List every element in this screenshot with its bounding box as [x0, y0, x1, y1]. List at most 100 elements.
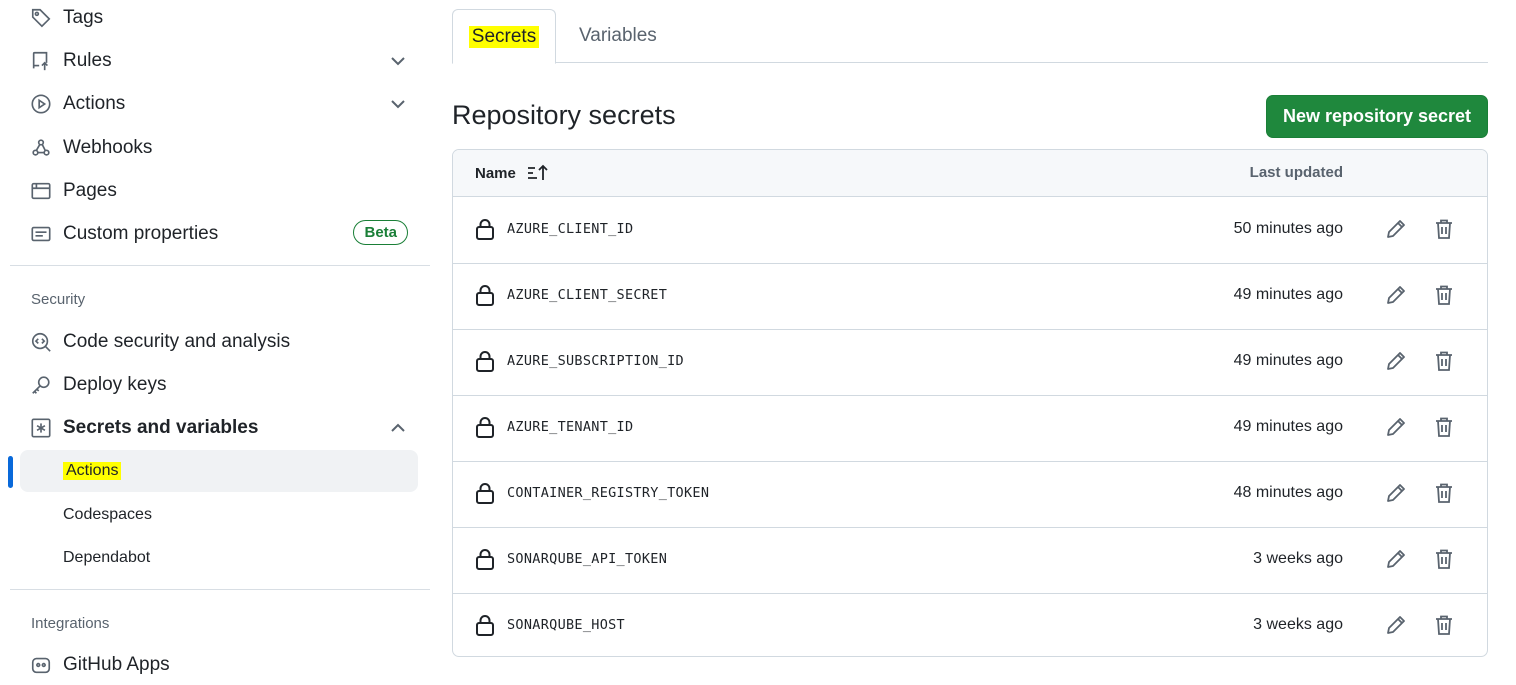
sidebar-subitem-codespaces[interactable]: Codespaces [20, 494, 418, 536]
trash-icon[interactable] [1434, 548, 1454, 570]
secret-name: SONARQUBE_API_TOKEN [507, 551, 668, 567]
codescan-icon [30, 331, 52, 353]
sidebar-item-code-security[interactable]: Code security and analysis [20, 322, 420, 362]
sidebar-divider [10, 589, 430, 590]
page-title: Repository secrets [452, 100, 676, 130]
secret-last-updated: 3 weeks ago [1253, 616, 1343, 633]
secret-name: CONTAINER_REGISTRY_TOKEN [507, 485, 710, 501]
note-icon [30, 223, 52, 245]
table-row: AZURE_CLIENT_ID 50 minutes ago [453, 197, 1487, 264]
lock-icon [476, 351, 494, 372]
sidebar-item-label: Pages [63, 180, 117, 201]
pencil-icon[interactable] [1385, 416, 1407, 438]
sidebar-item-label: Actions [63, 462, 122, 480]
table-row: SONARQUBE_API_TOKEN 3 weeks ago [453, 527, 1487, 594]
pencil-icon[interactable] [1385, 284, 1407, 306]
sidebar-item-label: Webhooks [63, 137, 153, 158]
sidebar-item-deploy-keys[interactable]: Deploy keys [20, 365, 420, 405]
pencil-icon[interactable] [1385, 350, 1407, 372]
sidebar-subitem-actions[interactable]: Actions [20, 450, 418, 492]
sidebar-subitem-dependabot[interactable]: Dependabot [20, 537, 418, 579]
sidebar-item-label: Dependabot [63, 549, 151, 566]
secrets-table: Name Last updated AZURE_CLIENT_ID 50 minu… [452, 149, 1488, 657]
trash-icon[interactable] [1434, 416, 1454, 438]
secret-name: AZURE_SUBSCRIPTION_ID [507, 353, 684, 369]
asterisk-icon [30, 417, 52, 439]
sidebar-item-label: Custom properties [63, 223, 219, 244]
sidebar-item-label: Actions [63, 93, 126, 114]
sidebar-item-label: Deploy keys [63, 374, 167, 395]
sidebar-item-label: GitHub Apps [63, 654, 170, 675]
secret-last-updated: 49 minutes ago [1233, 418, 1343, 435]
chevron-up-icon[interactable] [388, 418, 408, 438]
tab-variables[interactable]: Variables [579, 9, 657, 62]
new-repository-secret-button[interactable]: New repository secret [1266, 95, 1488, 138]
secret-last-updated: 50 minutes ago [1233, 220, 1343, 237]
lock-icon [476, 219, 494, 240]
column-header-name[interactable]: Name [475, 164, 550, 182]
sidebar-item-github-apps[interactable]: GitHub Apps [20, 645, 420, 685]
chevron-down-icon[interactable] [388, 51, 408, 71]
tab-label: Secrets [468, 25, 540, 48]
sidebar-item-label: Code security and analysis [63, 331, 291, 352]
secret-name: AZURE_CLIENT_SECRET [507, 287, 668, 303]
table-row: AZURE_SUBSCRIPTION_ID 49 minutes ago [453, 329, 1487, 396]
settings-sidebar: Tags Rules Actions Webhooks Pages Custom… [0, 0, 440, 675]
section-heading-integrations: Integrations [31, 615, 110, 632]
pencil-icon[interactable] [1385, 218, 1407, 240]
sidebar-item-label: Rules [63, 50, 112, 71]
pencil-icon[interactable] [1385, 614, 1407, 636]
pencil-icon[interactable] [1385, 548, 1407, 570]
secret-name: AZURE_CLIENT_ID [507, 221, 634, 237]
sidebar-item-secrets-and-variables[interactable]: Secrets and variables [20, 408, 420, 448]
apps-icon [30, 654, 52, 676]
sort-ascending-icon[interactable] [526, 164, 550, 182]
table-row: AZURE_TENANT_ID 49 minutes ago [453, 395, 1487, 462]
sidebar-item-tags[interactable]: Tags [20, 0, 420, 38]
pencil-icon[interactable] [1385, 482, 1407, 504]
chevron-down-icon[interactable] [388, 94, 408, 114]
trash-icon[interactable] [1434, 218, 1454, 240]
secret-last-updated: 49 minutes ago [1233, 352, 1343, 369]
secret-last-updated: 49 minutes ago [1233, 286, 1343, 303]
tab-label: Variables [579, 24, 657, 46]
lock-icon [476, 285, 494, 306]
secret-last-updated: 3 weeks ago [1253, 550, 1343, 567]
sidebar-item-pages[interactable]: Pages [20, 171, 420, 211]
trash-icon[interactable] [1434, 614, 1454, 636]
webhook-icon [30, 137, 52, 159]
key-icon [30, 374, 52, 396]
secret-name: AZURE_TENANT_ID [507, 419, 634, 435]
section-heading-security: Security [31, 291, 86, 308]
table-row: SONARQUBE_HOST 3 weeks ago [453, 593, 1487, 656]
active-indicator [8, 456, 13, 488]
browser-icon [30, 180, 52, 202]
beta-badge: Beta [353, 220, 408, 245]
tab-secrets[interactable]: Secrets [452, 9, 556, 64]
repo-push-icon [30, 50, 52, 72]
sidebar-item-webhooks[interactable]: Webhooks [20, 128, 420, 168]
play-icon [30, 93, 52, 115]
tag-icon [30, 7, 52, 29]
sidebar-item-label: Codespaces [63, 506, 152, 523]
table-row: AZURE_CLIENT_SECRET 49 minutes ago [453, 263, 1487, 330]
table-header: Name Last updated [453, 150, 1487, 197]
lock-icon [476, 483, 494, 504]
tab-bar: Secrets Variables [452, 9, 1488, 64]
sidebar-item-actions[interactable]: Actions [20, 84, 420, 124]
column-label: Name [475, 164, 516, 182]
sidebar-item-custom-properties[interactable]: Custom properties Beta [20, 214, 420, 254]
lock-icon [476, 549, 494, 570]
secret-last-updated: 48 minutes ago [1233, 484, 1343, 501]
column-header-last-updated: Last updated [1249, 164, 1343, 181]
trash-icon[interactable] [1434, 350, 1454, 372]
lock-icon [476, 615, 494, 636]
trash-icon[interactable] [1434, 482, 1454, 504]
table-row: CONTAINER_REGISTRY_TOKEN 48 minutes ago [453, 461, 1487, 528]
sidebar-item-label: Secrets and variables [63, 417, 259, 438]
sidebar-divider [10, 265, 430, 266]
secret-name: SONARQUBE_HOST [507, 617, 625, 633]
sidebar-item-label: Tags [63, 7, 104, 28]
trash-icon[interactable] [1434, 284, 1454, 306]
sidebar-item-rules[interactable]: Rules [20, 41, 420, 81]
